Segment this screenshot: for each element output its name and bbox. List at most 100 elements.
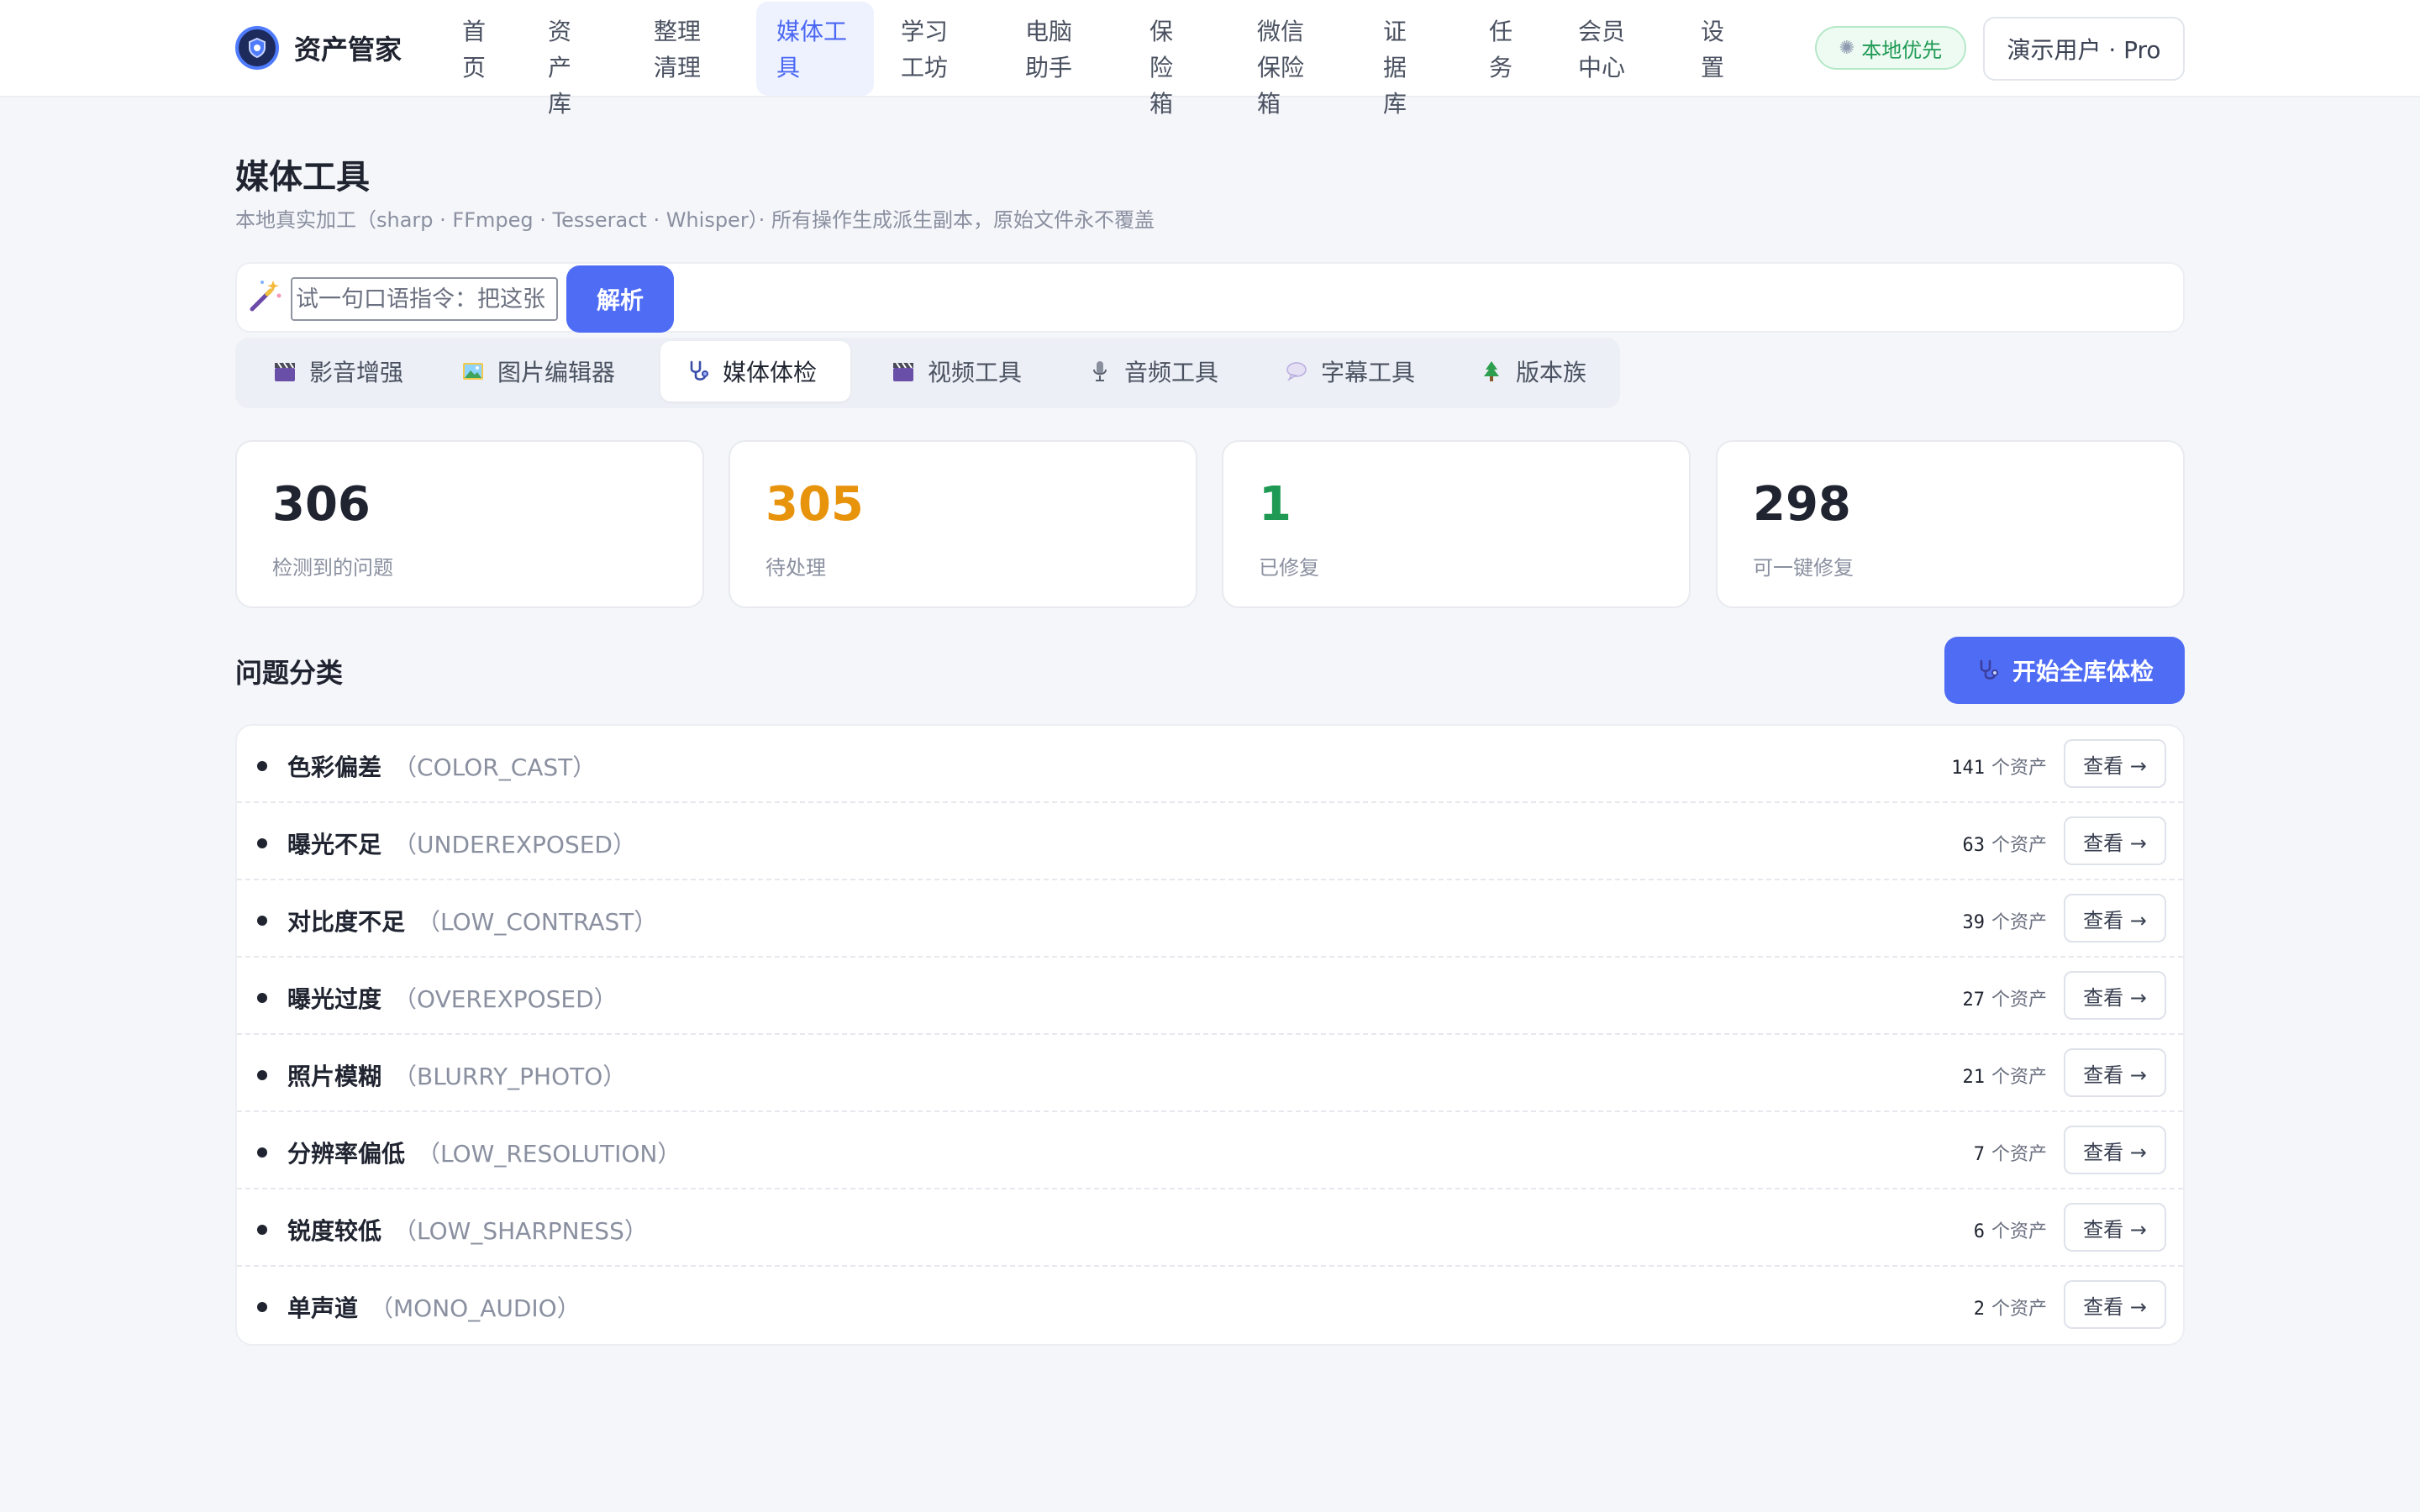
stat-label: 可一键修复 bbox=[1753, 556, 1854, 580]
tab-video-tools[interactable]: 视频工具 bbox=[871, 341, 1039, 402]
issue-count: 27 个资产 bbox=[1962, 990, 2047, 1011]
start-full-scan-button[interactable]: 开始全库体检 bbox=[1944, 637, 2185, 704]
issue-name: 单声道 （MONO_AUDIO） bbox=[287, 1294, 581, 1322]
gear-icon: ✺ bbox=[1839, 37, 1855, 59]
tab-audio-tools[interactable]: 音频工具 bbox=[1067, 341, 1235, 402]
tab-label: 音频工具 bbox=[1124, 359, 1219, 386]
tab-image-editor[interactable]: 图片编辑器 bbox=[440, 341, 639, 402]
magic-wand-icon bbox=[250, 281, 281, 312]
bullet-icon bbox=[257, 1225, 267, 1235]
view-button[interactable]: 查看 → bbox=[2064, 1126, 2166, 1174]
stat-value: 305 bbox=[765, 477, 864, 532]
issue-row-underexposed: 曝光不足 （UNDEREXPOSED） 63 个资产 查看 → bbox=[237, 803, 2183, 880]
picture-icon bbox=[463, 363, 483, 380]
issue-name: 分辨率偏低 （LOW_RESOLUTION） bbox=[287, 1140, 681, 1168]
issue-row-mono-audio: 单声道 （MONO_AUDIO） 2 个资产 查看 → bbox=[237, 1267, 2183, 1344]
page-title: 媒体工具 bbox=[235, 158, 370, 197]
issue-row-color-cast: 色彩偏差 （COLOR_CAST） 141 个资产 查看 → bbox=[237, 726, 2183, 803]
issue-row-blurry-photo: 照片模糊 （BLURRY_PHOTO） 21 个资产 查看 → bbox=[237, 1035, 2183, 1112]
bullet-icon bbox=[257, 1147, 267, 1158]
nav-item-learning[interactable]: 学习工坊 bbox=[881, 2, 985, 96]
tab-version-family[interactable]: 版本族 bbox=[1459, 341, 1610, 402]
tab-subtitle-tools[interactable]: 字幕工具 bbox=[1264, 341, 1432, 402]
nav-item-media-tools[interactable]: 媒体工具 bbox=[756, 2, 874, 96]
command-input[interactable] bbox=[291, 277, 558, 321]
issue-code: （LOW_SHARPNESS） bbox=[393, 1217, 648, 1245]
tab-media-enhance[interactable]: 影音增强 bbox=[252, 341, 420, 402]
issue-count: 2 个资产 bbox=[1973, 1299, 2047, 1320]
tab-label: 版本族 bbox=[1516, 359, 1587, 386]
view-button[interactable]: 查看 → bbox=[2064, 1280, 2166, 1329]
microphone-icon bbox=[1093, 361, 1107, 381]
tool-tabs: 影音增强 图片编辑器 媒体体检 视频工具 音频工具 字幕工具 版本族 bbox=[235, 338, 1620, 408]
issue-categories-title: 问题分类 bbox=[235, 657, 344, 689]
brand-logo-icon bbox=[235, 26, 279, 70]
nav-item-settings[interactable]: 设置 bbox=[1681, 2, 1748, 96]
local-first-badge: ✺ 本地优先 bbox=[1815, 26, 1966, 70]
nav-item-organize[interactable]: 整理清理 bbox=[634, 2, 738, 96]
issue-code: （OVEREXPOSED） bbox=[393, 985, 618, 1013]
stat-label: 待处理 bbox=[765, 556, 826, 580]
nav-item-wechat-vault[interactable]: 微信保险箱 bbox=[1237, 2, 1341, 118]
view-button[interactable]: 查看 → bbox=[2064, 816, 2166, 865]
tab-label: 影音增强 bbox=[309, 359, 404, 386]
tab-media-checkup[interactable]: 媒体体检 bbox=[660, 341, 850, 402]
issue-name: 对比度不足 （LOW_CONTRAST） bbox=[287, 908, 658, 936]
nav-item-evidence[interactable]: 证据库 bbox=[1363, 2, 1447, 118]
stethoscope-icon bbox=[690, 360, 708, 381]
stat-value: 298 bbox=[1753, 477, 1851, 532]
issue-count: 6 个资产 bbox=[1973, 1221, 2047, 1242]
issue-count: 141 个资产 bbox=[1951, 758, 2047, 779]
view-button[interactable]: 查看 → bbox=[2064, 739, 2166, 788]
nav-item-vault[interactable]: 保险箱 bbox=[1129, 2, 1213, 118]
issue-name: 照片模糊 （BLURRY_PHOTO） bbox=[287, 1063, 627, 1090]
stat-card-pending: 305 待处理 bbox=[729, 440, 1197, 608]
issue-list: 色彩偏差 （COLOR_CAST） 141 个资产 查看 → 曝光不足 （UNDERE… bbox=[235, 724, 2185, 1346]
tab-label: 媒体体检 bbox=[723, 359, 818, 386]
local-first-label: 本地优先 bbox=[1861, 38, 1943, 62]
issue-row-low-resolution: 分辨率偏低 （LOW_RESOLUTION） 7 个资产 查看 → bbox=[237, 1112, 2183, 1189]
view-button[interactable]: 查看 → bbox=[2064, 1203, 2166, 1252]
nav-item-membership[interactable]: 会员中心 bbox=[1558, 2, 1662, 96]
start-full-scan-label: 开始全库体检 bbox=[2012, 658, 2154, 685]
issue-row-low-contrast: 对比度不足 （LOW_CONTRAST） 39 个资产 查看 → bbox=[237, 880, 2183, 958]
clapper-icon bbox=[275, 362, 295, 381]
issue-code: （BLURRY_PHOTO） bbox=[393, 1063, 627, 1090]
issue-row-low-sharpness: 锐度较低 （LOW_SHARPNESS） 6 个资产 查看 → bbox=[237, 1189, 2183, 1267]
bullet-icon bbox=[257, 1302, 267, 1312]
issue-count: 7 个资产 bbox=[1973, 1144, 2047, 1165]
bullet-icon bbox=[257, 916, 267, 926]
user-menu-button[interactable]: 演示用户 · Pro bbox=[1983, 17, 2185, 81]
bullet-icon bbox=[257, 1070, 267, 1080]
issue-code: （LOW_RESOLUTION） bbox=[417, 1140, 681, 1168]
stat-value: 306 bbox=[272, 477, 371, 532]
tree-icon bbox=[1484, 361, 1499, 381]
stat-value: 1 bbox=[1259, 477, 1292, 532]
issue-code: （COLOR_CAST） bbox=[393, 753, 597, 781]
issue-code: （MONO_AUDIO） bbox=[370, 1294, 581, 1322]
stat-card-auto-fixable: 298 可一键修复 bbox=[1716, 440, 2185, 608]
stat-card-detected: 306 检测到的问题 bbox=[235, 440, 704, 608]
issue-name: 色彩偏差 （COLOR_CAST） bbox=[287, 753, 597, 781]
brand[interactable]: 资产管家 bbox=[235, 24, 402, 72]
brand-name: 资产管家 bbox=[294, 34, 402, 66]
issue-count: 21 个资产 bbox=[1962, 1067, 2047, 1088]
view-button[interactable]: 查看 → bbox=[2064, 1048, 2166, 1097]
bullet-icon bbox=[257, 993, 267, 1003]
issue-code: （LOW_CONTRAST） bbox=[417, 908, 658, 936]
command-bar: 解析 bbox=[235, 262, 2185, 333]
issue-name: 曝光过度 （OVEREXPOSED） bbox=[287, 985, 618, 1013]
tab-label: 图片编辑器 bbox=[497, 359, 616, 386]
nav-item-tasks[interactable]: 任务 bbox=[1469, 2, 1536, 96]
issue-code: （UNDEREXPOSED） bbox=[393, 831, 636, 858]
nav-item-pc-assistant[interactable]: 电脑助手 bbox=[1005, 2, 1109, 96]
tab-label: 视频工具 bbox=[928, 359, 1023, 386]
view-button[interactable]: 查看 → bbox=[2064, 971, 2166, 1020]
view-button[interactable]: 查看 → bbox=[2064, 894, 2166, 942]
stethoscope-icon bbox=[1980, 659, 1998, 680]
nav-item-assets[interactable]: 资产库 bbox=[528, 2, 612, 118]
parse-button[interactable]: 解析 bbox=[566, 265, 674, 333]
page-subtitle: 本地真实加工（sharp · FFmpeg · Tesseract · Whis… bbox=[235, 208, 1155, 232]
nav-item-home[interactable]: 首页 bbox=[442, 2, 501, 96]
issue-count: 63 个资产 bbox=[1962, 835, 2047, 856]
